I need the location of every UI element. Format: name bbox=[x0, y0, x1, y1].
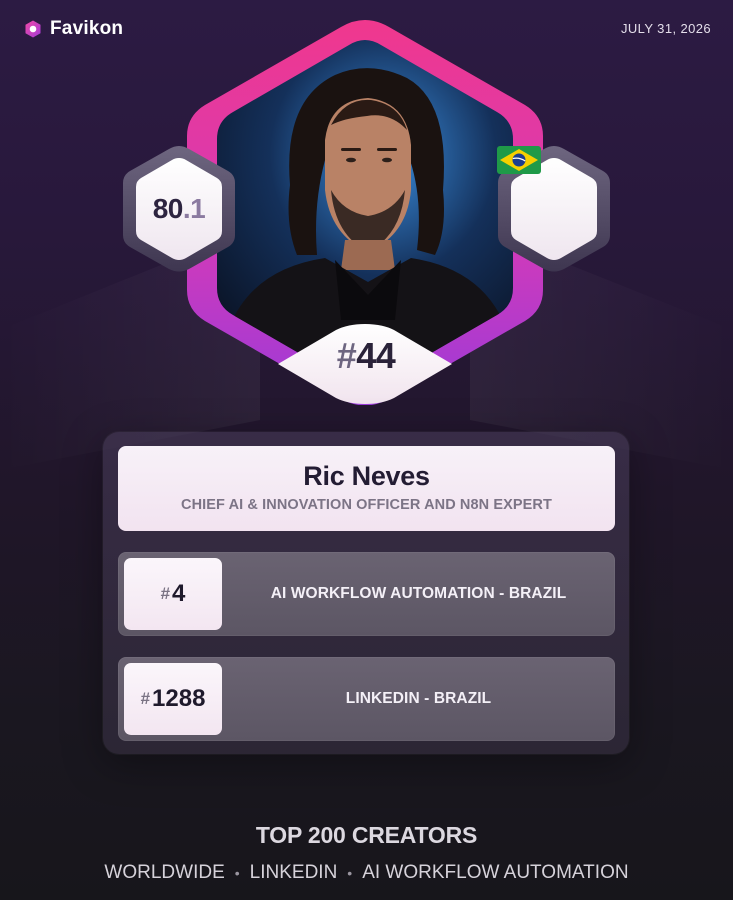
score-fraction: .1 bbox=[182, 193, 206, 224]
ranking-hash: # bbox=[140, 689, 151, 708]
rank-number: 44 bbox=[356, 335, 396, 376]
footer-title: TOP 200 CREATORS bbox=[255, 822, 478, 848]
separator-dot: • bbox=[234, 865, 240, 881]
footer-tags: WORLDWIDE • LINKEDIN • AI WORKFLOW AUTOM… bbox=[0, 862, 733, 884]
ranking-badge: #4 bbox=[124, 558, 222, 630]
country-badge bbox=[497, 146, 611, 272]
name-card: Ric Neves CHIEF AI & INNOVATION OFFICER … bbox=[118, 446, 615, 531]
footer-tag: LINKEDIN bbox=[249, 862, 338, 883]
overall-rank: #44 bbox=[281, 324, 451, 388]
person-title: CHIEF AI & INNOVATION OFFICER AND N8N EX… bbox=[181, 497, 552, 513]
ranking-row: #1288 LINKEDIN - BRAZIL bbox=[118, 657, 615, 741]
ranking-label: AI WORKFLOW AUTOMATION - BRAZIL bbox=[270, 585, 567, 602]
score-whole: 80 bbox=[152, 193, 184, 224]
favikon-logo-icon bbox=[25, 20, 41, 38]
brazil-flag-icon bbox=[497, 146, 541, 174]
footer-tag: AI WORKFLOW AUTOMATION bbox=[362, 862, 629, 883]
score-value: 80.1 bbox=[122, 146, 236, 272]
ranking-hash: # bbox=[160, 584, 171, 603]
rank-hash: # bbox=[336, 335, 357, 376]
header-date: JULY 31, 2026 bbox=[620, 21, 711, 36]
brand-logo[interactable]: Favikon bbox=[24, 18, 123, 40]
person-name: Ric Neves bbox=[303, 461, 430, 491]
brand-name: Favikon bbox=[50, 18, 124, 39]
ranking-number: 4 bbox=[172, 580, 186, 607]
score-badge: 80.1 bbox=[122, 146, 236, 272]
footer-tag: WORLDWIDE bbox=[104, 862, 225, 883]
ranking-badge: #1288 bbox=[124, 663, 222, 735]
ranking-label: LINKEDIN - BRAZIL bbox=[345, 690, 492, 707]
separator-dot: • bbox=[347, 865, 353, 881]
profile-card: Ric Neves CHIEF AI & INNOVATION OFFICER … bbox=[103, 432, 629, 754]
ranking-row: #4 AI WORKFLOW AUTOMATION - BRAZIL bbox=[118, 552, 615, 636]
ranking-number: 1288 bbox=[152, 685, 206, 712]
